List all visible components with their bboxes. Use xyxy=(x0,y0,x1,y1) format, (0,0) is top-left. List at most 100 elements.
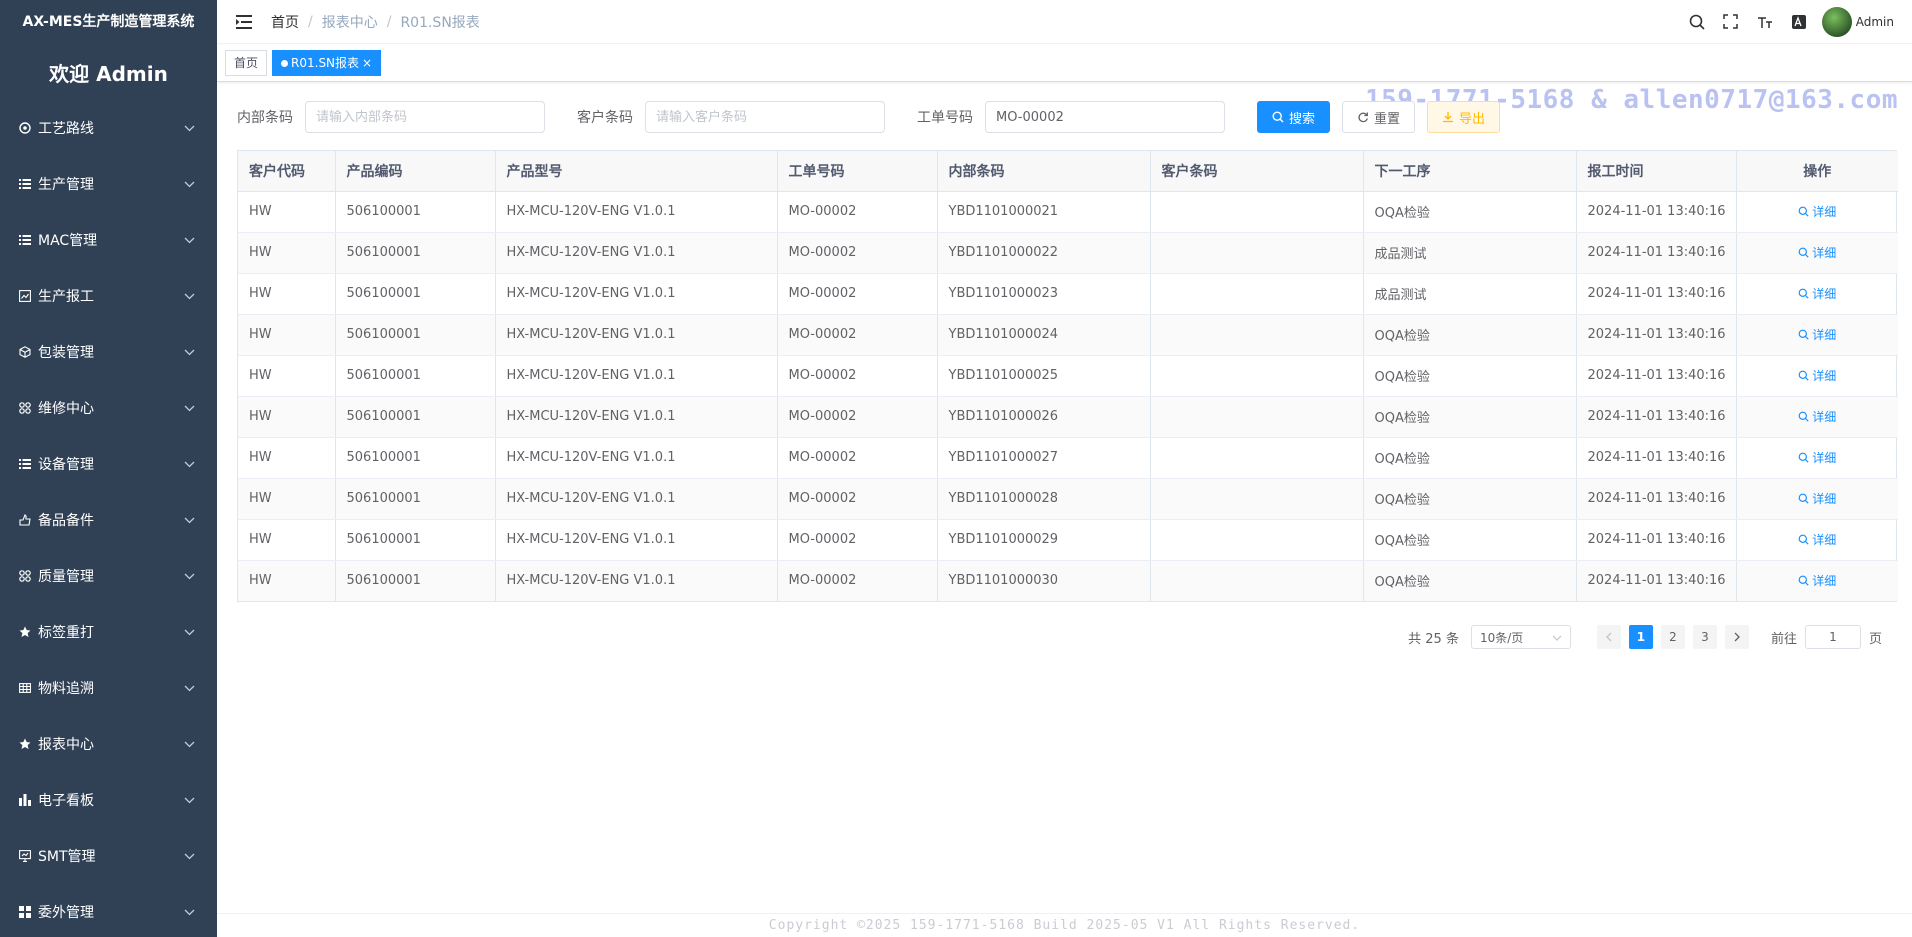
breadcrumb: 首页 / 报表中心 / R01.SN报表 xyxy=(271,12,480,32)
route-icon xyxy=(18,121,32,135)
chevron-down-icon xyxy=(183,906,195,918)
chevron-down-icon xyxy=(183,514,195,526)
table-cell: 2024-11-01 13:40:16 xyxy=(1576,437,1737,479)
download-icon xyxy=(1442,111,1454,123)
sidebar-item-1[interactable]: 生产管理 xyxy=(0,156,217,212)
prev-page-button[interactable] xyxy=(1596,625,1621,649)
table-cell: 成品测试 xyxy=(1363,273,1577,315)
fullscreen-icon[interactable] xyxy=(1722,13,1740,31)
breadcrumb-section: 报表中心 xyxy=(321,14,378,31)
pagination-total: 共 25 条 xyxy=(1408,631,1459,647)
tag-home[interactable]: 首页 xyxy=(225,50,268,76)
sidebar-item-2[interactable]: MAC管理 xyxy=(0,212,217,268)
table-cell: MO-00002 xyxy=(777,355,938,397)
action-cell: 详细 xyxy=(1736,478,1898,520)
sidebar-item-3[interactable]: 生产报工 xyxy=(0,268,217,324)
action-cell: 详细 xyxy=(1736,191,1898,233)
tag-sn-report[interactable]: R01.SN报表 × xyxy=(272,50,382,76)
sidebar-item-12[interactable]: 电子看板 xyxy=(0,772,217,828)
page-size-select[interactable]: 10条/页 xyxy=(1470,625,1571,649)
chevron-down-icon xyxy=(183,570,195,582)
detail-button[interactable]: 详细 xyxy=(1798,367,1836,384)
table-cell: YBD1101000021 xyxy=(937,191,1151,233)
reset-button[interactable]: 重置 xyxy=(1342,101,1416,133)
export-button[interactable]: 导出 xyxy=(1427,101,1501,133)
close-icon[interactable]: × xyxy=(362,51,372,75)
hamburger-icon[interactable] xyxy=(233,11,255,33)
column-header: 报工时间 xyxy=(1576,151,1737,192)
next-page-button[interactable] xyxy=(1724,625,1749,649)
sidebar-item-label: SMT管理 xyxy=(38,849,96,865)
breadcrumb-separator: / xyxy=(308,13,313,30)
spare-parts-icon xyxy=(18,513,32,527)
breadcrumb-home[interactable]: 首页 xyxy=(271,12,299,32)
sidebar-item-13[interactable]: SMT管理 xyxy=(0,828,217,884)
table-cell: HX-MCU-120V-ENG V1.0.1 xyxy=(495,232,778,274)
sidebar-item-6[interactable]: 设备管理 xyxy=(0,436,217,492)
search-button[interactable]: 搜索 xyxy=(1257,101,1331,133)
table-cell: HX-MCU-120V-ENG V1.0.1 xyxy=(495,478,778,520)
table-cell xyxy=(1150,478,1364,520)
sidebar-item-7[interactable]: 备品备件 xyxy=(0,492,217,548)
table-cell: MO-00002 xyxy=(777,478,938,520)
sidebar-item-5[interactable]: 维修中心 xyxy=(0,380,217,436)
apps-icon xyxy=(18,905,32,919)
table-cell: 506100001 xyxy=(335,478,496,520)
table-row: HW 506100001 HX-MCU-120V-ENG V1.0.1 MO-0000… xyxy=(238,560,1898,601)
sidebar-item-8[interactable]: 质量管理 xyxy=(0,548,217,604)
detail-button[interactable]: 详细 xyxy=(1798,449,1836,466)
internal-barcode-input[interactable] xyxy=(305,101,545,133)
table-cell xyxy=(1150,396,1364,438)
table-cell: OQA检验 xyxy=(1363,314,1577,356)
star-icon xyxy=(18,737,32,751)
table-cell: MO-00002 xyxy=(777,232,938,274)
table-cell: MO-00002 xyxy=(777,273,938,315)
table-cell: OQA检验 xyxy=(1363,519,1577,561)
internal-barcode-label: 内部条码 xyxy=(237,110,293,126)
translate-icon[interactable] xyxy=(1790,13,1808,31)
table-cell xyxy=(1150,191,1364,233)
table-cell: HW xyxy=(238,191,336,233)
table-cell: OQA检验 xyxy=(1363,355,1577,397)
table-cell: HX-MCU-120V-ENG V1.0.1 xyxy=(495,560,778,601)
user-name[interactable]: Admin xyxy=(1856,15,1894,29)
detail-button[interactable]: 详细 xyxy=(1798,408,1836,425)
tags-view: 首页 R01.SN报表 × 159-1771-5168 & allen0717@… xyxy=(217,45,1912,115)
table-cell: HX-MCU-120V-ENG V1.0.1 xyxy=(495,519,778,561)
table-cell: OQA检验 xyxy=(1363,437,1577,479)
sidebar-item-0[interactable]: 工艺路线 xyxy=(0,100,217,156)
search-icon xyxy=(1798,329,1809,340)
page-button[interactable]: 1 xyxy=(1628,625,1653,649)
search-icon xyxy=(1798,288,1809,299)
detail-button[interactable]: 详细 xyxy=(1798,203,1836,220)
list-icon xyxy=(18,233,32,247)
column-header: 工单号码 xyxy=(777,151,938,192)
page-button[interactable]: 3 xyxy=(1692,625,1717,649)
table-cell: 2024-11-01 13:40:16 xyxy=(1576,314,1737,356)
pagination: 共 25 条 10条/页 123 前往 页 xyxy=(1408,625,1882,649)
sidebar-item-9[interactable]: 标签重打 xyxy=(0,604,217,660)
action-cell: 详细 xyxy=(1736,519,1898,561)
sidebar-item-4[interactable]: 包装管理 xyxy=(0,324,217,380)
avatar[interactable] xyxy=(1821,6,1852,37)
detail-button[interactable]: 详细 xyxy=(1798,285,1836,302)
sidebar-item-11[interactable]: 报表中心 xyxy=(0,716,217,772)
detail-button[interactable]: 详细 xyxy=(1798,244,1836,261)
work-order-input[interactable] xyxy=(985,101,1225,133)
sidebar-item-14[interactable]: 委外管理 xyxy=(0,884,217,937)
font-size-icon[interactable] xyxy=(1756,13,1774,31)
detail-button[interactable]: 详细 xyxy=(1798,572,1836,589)
goto-page-input[interactable] xyxy=(1804,625,1861,649)
page-button[interactable]: 2 xyxy=(1660,625,1685,649)
table-cell: YBD1101000023 xyxy=(937,273,1151,315)
detail-button[interactable]: 详细 xyxy=(1798,490,1836,507)
action-cell: 详细 xyxy=(1736,314,1898,356)
table-cell: 506100001 xyxy=(335,314,496,356)
customer-barcode-input[interactable] xyxy=(645,101,885,133)
sidebar-item-label: 电子看板 xyxy=(38,793,94,809)
search-icon[interactable] xyxy=(1688,13,1706,31)
column-header: 客户条码 xyxy=(1150,151,1364,192)
detail-button[interactable]: 详细 xyxy=(1798,531,1836,548)
detail-button[interactable]: 详细 xyxy=(1798,326,1836,343)
sidebar-item-10[interactable]: 物料追溯 xyxy=(0,660,217,716)
